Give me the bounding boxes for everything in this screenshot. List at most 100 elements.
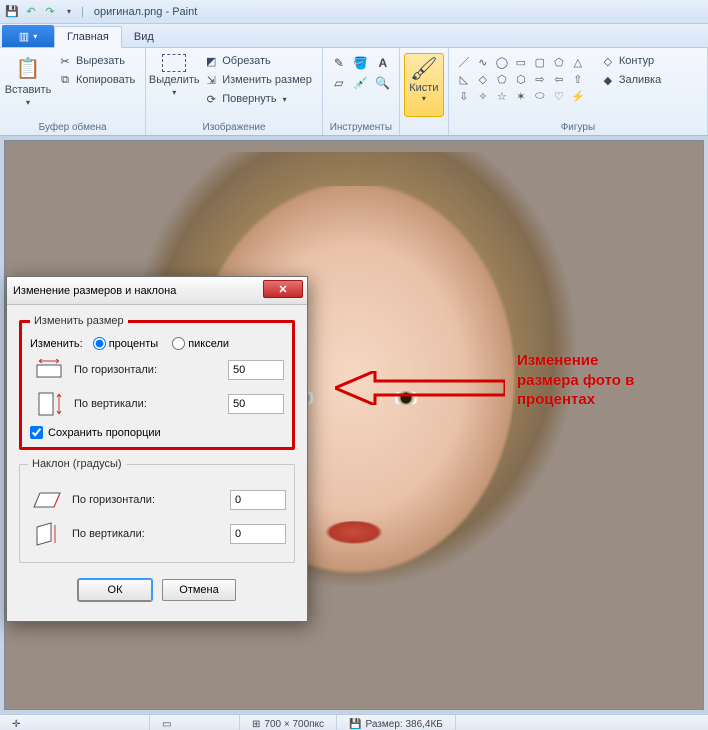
tools-grid: ✎ 🪣 A ▱ 💉 🔍 xyxy=(329,50,393,120)
zoom-icon[interactable]: 🔍 xyxy=(373,74,393,92)
redo-icon[interactable]: ↷ xyxy=(42,4,58,20)
brushes-button[interactable]: 🖌 Кисти ▾ xyxy=(404,53,444,117)
resize-vert-input[interactable] xyxy=(228,394,284,414)
group-label-brushes xyxy=(404,120,444,135)
dimensions-icon: ⊞ xyxy=(252,719,260,730)
dialog-titlebar[interactable]: Изменение размеров и наклона ✕ xyxy=(7,277,307,305)
file-menu-icon: ▥ xyxy=(19,30,29,43)
shape-lightning-icon[interactable]: ⚡ xyxy=(569,88,587,104)
tab-home[interactable]: Главная xyxy=(54,26,122,48)
shape-pentagon-icon[interactable]: ⬠ xyxy=(493,71,511,87)
annotation-text: Изменение размера фото в процентах xyxy=(517,351,634,410)
keep-ratio-checkbox[interactable] xyxy=(30,426,43,439)
shape-hexagon-icon[interactable]: ⬡ xyxy=(512,71,530,87)
shape-rect-icon[interactable]: ▭ xyxy=(512,54,530,70)
shape-fill-button[interactable]: ◆Заливка xyxy=(597,71,665,89)
resize-vert-label: По вертикали: xyxy=(74,398,222,410)
radio-pixels[interactable]: пиксели xyxy=(172,337,229,350)
group-label-shapes: Фигуры xyxy=(455,120,701,135)
picker-icon[interactable]: 💉 xyxy=(351,74,371,92)
eraser-icon[interactable]: ▱ xyxy=(329,74,349,92)
tab-view[interactable]: Вид xyxy=(122,27,166,47)
paste-label: Вставить xyxy=(5,84,52,96)
group-clipboard: 📋 Вставить ▾ ✂Вырезать ⧉Копировать Буфер… xyxy=(0,48,146,135)
ribbon: 📋 Вставить ▾ ✂Вырезать ⧉Копировать Буфер… xyxy=(0,48,708,136)
shape-arrowd-icon[interactable]: ⇩ xyxy=(455,88,473,104)
group-tools: ✎ 🪣 A ▱ 💉 🔍 Инструменты xyxy=(323,48,400,135)
group-shapes: ／ ∿ ◯ ▭ ▢ ⬠ △ ◺ ◇ ⬠ ⬡ ⇨ ⇦ ⇧ ⇩ ✧ ☆ ✶ ⬭ ♡ xyxy=(449,48,708,135)
resize-button[interactable]: ⇲Изменить размер xyxy=(200,71,316,89)
radio-pixels-input[interactable] xyxy=(172,337,185,350)
rotate-button[interactable]: ⟳Повернуть▾ xyxy=(200,90,316,108)
keep-ratio-label: Сохранить пропорции xyxy=(48,427,161,439)
fill-icon[interactable]: 🪣 xyxy=(351,54,371,72)
text-icon[interactable]: A xyxy=(373,54,393,72)
chevron-down-icon: ▾ xyxy=(172,88,176,97)
shape-outline-button[interactable]: ◇Контур xyxy=(597,52,665,70)
shape-arrowl-icon[interactable]: ⇦ xyxy=(550,71,568,87)
group-image: Выделить ▾ ◩Обрезать ⇲Изменить размер ⟳П… xyxy=(146,48,323,135)
shape-heart-icon[interactable]: ♡ xyxy=(550,88,568,104)
cancel-button[interactable]: Отмена xyxy=(162,579,236,601)
undo-icon[interactable]: ↶ xyxy=(23,4,39,20)
resize-fieldset: Изменить размер Изменить: проценты пиксе… xyxy=(19,315,295,450)
pencil-icon[interactable]: ✎ xyxy=(329,54,349,72)
select-button[interactable]: Выделить ▾ xyxy=(152,50,196,120)
chevron-down-icon: ▾ xyxy=(26,98,30,107)
rotate-icon: ⟳ xyxy=(204,93,218,106)
status-coords: ✛ xyxy=(0,715,150,730)
shape-curve-icon[interactable]: ∿ xyxy=(474,54,492,70)
crop-icon: ◩ xyxy=(204,55,218,68)
shape-star6-icon[interactable]: ✶ xyxy=(512,88,530,104)
shape-roundrect-icon[interactable]: ▢ xyxy=(531,54,549,70)
window-title: оригинал.png - Paint xyxy=(94,6,197,18)
select-rect-icon xyxy=(162,54,186,72)
chevron-down-icon: ▾ xyxy=(422,94,426,103)
quick-access-toolbar: 💾 ↶ ↷ ▾ xyxy=(4,4,77,20)
shape-diamond-icon[interactable]: ◇ xyxy=(474,71,492,87)
cut-button[interactable]: ✂Вырезать xyxy=(54,52,139,70)
skew-horiz-input[interactable] xyxy=(230,490,286,510)
brush-icon: 🖌 xyxy=(410,56,438,82)
shape-star5-icon[interactable]: ☆ xyxy=(493,88,511,104)
skew-horiz-label: По горизонтали: xyxy=(72,494,224,506)
crop-button[interactable]: ◩Обрезать xyxy=(200,52,316,70)
close-button[interactable]: ✕ xyxy=(263,280,303,298)
shape-triangle-icon[interactable]: △ xyxy=(569,54,587,70)
shape-polygon-icon[interactable]: ⬠ xyxy=(550,54,568,70)
resize-horiz-icon xyxy=(30,356,68,384)
resize-horiz-label: По горизонтали: xyxy=(74,364,222,376)
paste-button[interactable]: 📋 Вставить ▾ xyxy=(6,50,50,120)
resize-skew-dialog: Изменение размеров и наклона ✕ Изменить … xyxy=(6,276,308,622)
selection-icon: ▭ xyxy=(162,719,171,730)
skew-vert-input[interactable] xyxy=(230,524,286,544)
shape-callout-icon[interactable]: ⬭ xyxy=(531,88,549,104)
resize-horiz-input[interactable] xyxy=(228,360,284,380)
file-menu[interactable]: ▥▾ xyxy=(2,25,54,47)
status-dimensions: ⊞700 × 700пкс xyxy=(240,715,337,730)
skew-vert-icon xyxy=(28,520,66,548)
shape-rtriangle-icon[interactable]: ◺ xyxy=(455,71,473,87)
canvas-area: Изменение размера фото в процентах Измен… xyxy=(0,136,708,714)
save-icon[interactable]: 💾 xyxy=(4,4,20,20)
ok-button[interactable]: ОК xyxy=(78,579,152,601)
image-content xyxy=(390,391,422,405)
shapes-gallery[interactable]: ／ ∿ ◯ ▭ ▢ ⬠ △ ◺ ◇ ⬠ ⬡ ⇨ ⇦ ⇧ ⇩ ✧ ☆ ✶ ⬭ ♡ xyxy=(455,50,587,120)
shape-line-icon[interactable]: ／ xyxy=(455,54,473,70)
cursor-icon: ✛ xyxy=(12,719,20,730)
copy-button[interactable]: ⧉Копировать xyxy=(54,71,139,89)
fill-shape-icon: ◆ xyxy=(601,74,615,87)
shape-star4-icon[interactable]: ✧ xyxy=(474,88,492,104)
radio-percent[interactable]: проценты xyxy=(93,337,159,350)
shape-oval-icon[interactable]: ◯ xyxy=(493,54,511,70)
group-label-image: Изображение xyxy=(152,120,316,135)
skew-horiz-icon xyxy=(28,486,66,514)
status-filesize: 💾Размер: 386,4КБ xyxy=(337,715,456,730)
shape-arrowr-icon[interactable]: ⇨ xyxy=(531,71,549,87)
shape-arrowu-icon[interactable]: ⇧ xyxy=(569,71,587,87)
resize-by-label: Изменить: xyxy=(30,338,83,350)
qat-dropdown-icon[interactable]: ▾ xyxy=(61,4,77,20)
scissors-icon: ✂ xyxy=(58,55,72,68)
radio-percent-input[interactable] xyxy=(93,337,106,350)
group-brushes: 🖌 Кисти ▾ xyxy=(400,48,449,135)
